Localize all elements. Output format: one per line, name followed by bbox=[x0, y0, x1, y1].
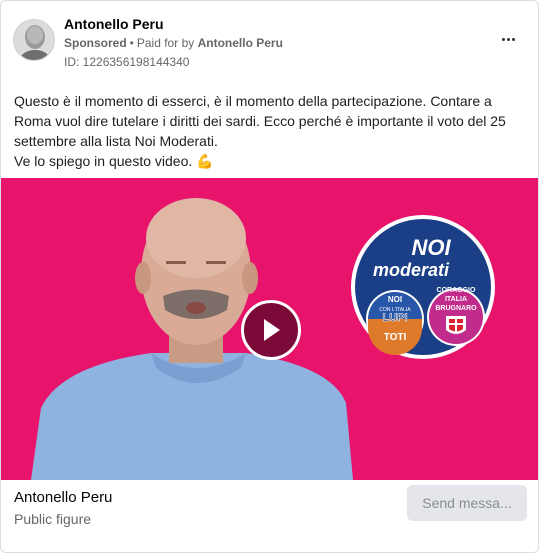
more-horizontal-icon bbox=[501, 37, 505, 41]
ad-text-paragraph-2: Ve lo spiego in questo video. 💪 bbox=[14, 151, 524, 171]
noi-moderati-logo: NOI moderati NOI CON L'ITALIA LUPI TOTI … bbox=[351, 215, 495, 359]
page-name-link[interactable]: Antonello Peru bbox=[64, 16, 164, 32]
ad-text-paragraph-1: Questo è il momento di esserci, è il mom… bbox=[14, 93, 506, 149]
paid-for-prefix: Paid for by bbox=[136, 36, 195, 50]
more-options-button[interactable] bbox=[496, 29, 520, 49]
play-button[interactable] bbox=[241, 300, 301, 360]
person-portrait-icon bbox=[14, 20, 54, 60]
footer-page-name[interactable]: Antonello Peru bbox=[14, 489, 112, 506]
avatar[interactable] bbox=[13, 19, 55, 61]
play-icon bbox=[264, 319, 280, 341]
send-message-button[interactable]: Send messa... bbox=[407, 485, 527, 521]
ad-footer: Antonello Peru Public figure Send messa.… bbox=[1, 480, 538, 552]
sponsored-label: Sponsored bbox=[64, 36, 127, 50]
logo-title-line-2: moderati bbox=[373, 260, 450, 280]
ad-text-line-2: Ve lo spiego in questo video. bbox=[14, 153, 193, 169]
logo-title-line-1: NOI bbox=[411, 235, 451, 260]
footer-category: Public figure bbox=[14, 511, 92, 527]
badge-right-top: CORAGGIO bbox=[437, 287, 476, 294]
badge-left-top: NOI bbox=[388, 295, 402, 304]
more-dot bbox=[511, 37, 515, 41]
badge-left-name: LUPI bbox=[382, 312, 407, 324]
separator-dot: • bbox=[129, 36, 134, 50]
ad-id: ID: 1226356198144340 bbox=[64, 55, 190, 69]
more-dot bbox=[506, 37, 510, 41]
badge-right-name: BRUGNARO bbox=[435, 305, 477, 312]
ad-card: Antonello Peru Sponsored • Paid for by Ant… bbox=[0, 0, 539, 553]
sponsored-line: Sponsored • Paid for by Antonello Peru bbox=[64, 36, 283, 50]
paid-for-by-name[interactable]: Antonello Peru bbox=[198, 36, 283, 50]
ad-header: Antonello Peru Sponsored • Paid for by Ant… bbox=[13, 15, 526, 73]
badge-right-mid: ITALIA bbox=[445, 296, 467, 303]
ad-body-text: Questo è il momento di esserci, è il mom… bbox=[14, 91, 524, 171]
badge-left-bottom: TOTI bbox=[384, 332, 407, 343]
flexed-biceps-emoji: 💪 bbox=[196, 153, 214, 169]
